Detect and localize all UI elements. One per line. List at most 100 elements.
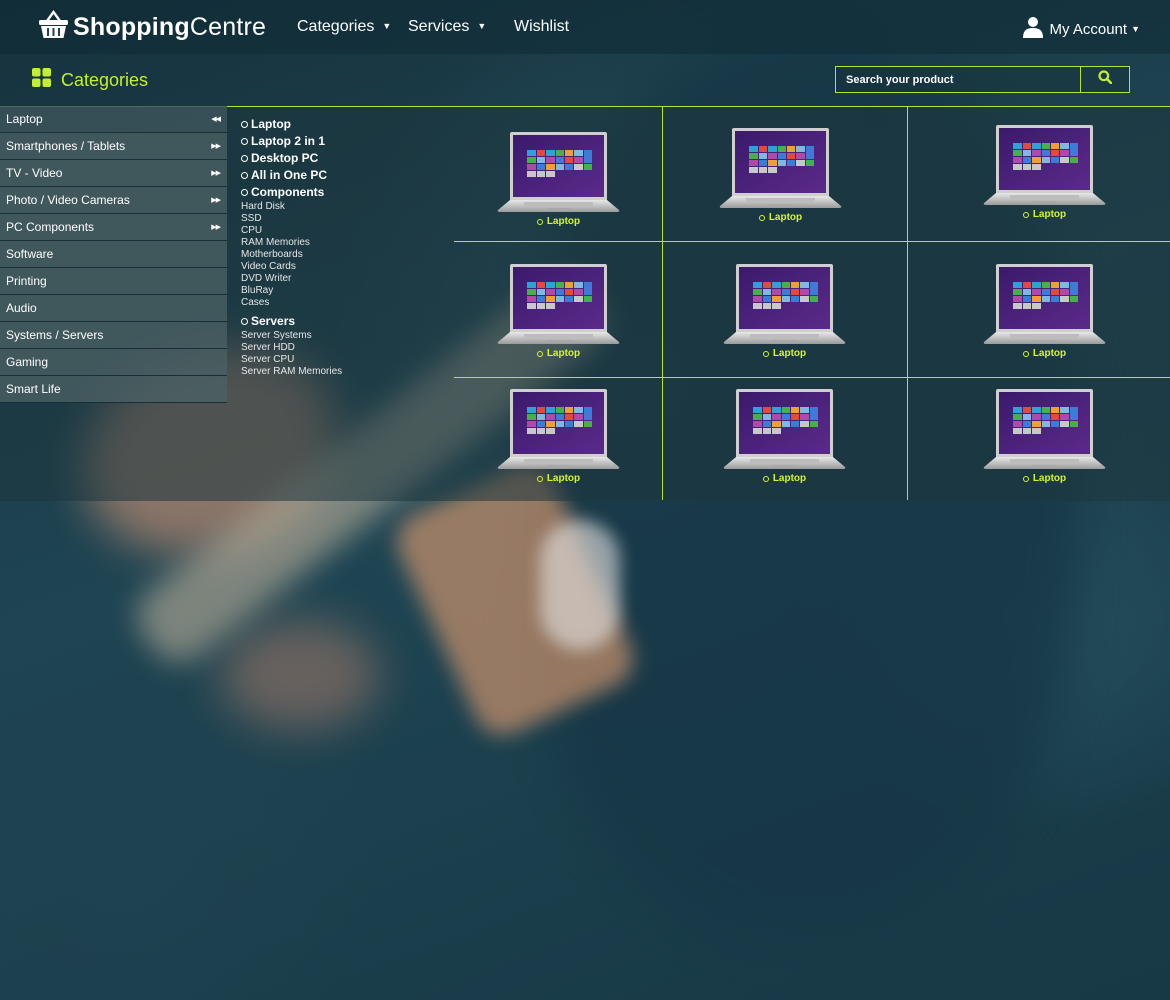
submenu-heading-desktop-pc[interactable]: Desktop PC: [241, 150, 342, 167]
circle-bullet-icon: [241, 138, 248, 145]
circle-bullet-icon: [1022, 211, 1029, 218]
laptop-submenu: Laptop Laptop 2 in 1 Desktop PC All in O…: [241, 116, 342, 378]
my-account-menu[interactable]: My Account ▼: [1022, 16, 1140, 42]
sidebar-item-smartphones-tablets[interactable]: Smartphones / Tablets ▶▶: [0, 133, 227, 160]
circle-bullet-icon: [536, 475, 543, 482]
brand-name: ShoppingCentre: [73, 12, 267, 41]
product-label[interactable]: Laptop: [536, 348, 580, 359]
nav-wishlist-label: Wishlist: [514, 18, 570, 35]
circle-bullet-icon: [762, 475, 769, 482]
categories-title: Categories: [61, 69, 149, 90]
product-card[interactable]: Laptop: [722, 260, 847, 359]
grid-divider: [662, 107, 663, 500]
expand-arrows-icon: ▶▶: [211, 170, 221, 177]
submenu-heading-laptop-2-in-1[interactable]: Laptop 2 in 1: [241, 133, 342, 150]
product-label[interactable]: Laptop: [1022, 209, 1066, 220]
categories-heading: Categories: [32, 68, 148, 92]
sidebar-item-printing[interactable]: Printing: [0, 268, 227, 295]
circle-bullet-icon: [1022, 350, 1029, 357]
circle-bullet-icon: [758, 214, 765, 221]
submenu-link[interactable]: Motherboards: [241, 249, 342, 261]
product-card[interactable]: Laptop: [722, 385, 847, 484]
submenu-heading-laptop[interactable]: Laptop: [241, 116, 342, 133]
submenu-heading-all-in-one-pc[interactable]: All in One PC: [241, 167, 342, 184]
product-card[interactable]: Laptop: [982, 121, 1107, 220]
nav-services-label: Services: [408, 18, 470, 35]
product-label[interactable]: Laptop: [1022, 348, 1066, 359]
circle-bullet-icon: [536, 350, 543, 357]
expand-arrows-icon: ▶▶: [211, 143, 221, 150]
nav-services[interactable]: Services ▼: [408, 18, 486, 36]
search-icon: [1098, 70, 1113, 89]
submenu-link[interactable]: Video Cards: [241, 261, 342, 273]
top-navbar: ShoppingCentre Categories ▼ Services ▼ Wis…: [0, 0, 1170, 54]
submenu-link[interactable]: Cases: [241, 297, 342, 309]
laptop-image: [722, 260, 847, 346]
submenu-link[interactable]: CPU: [241, 225, 342, 237]
circle-bullet-icon: [241, 121, 248, 128]
product-card[interactable]: Laptop: [718, 124, 843, 223]
sidebar-item-photo-video-cameras[interactable]: Photo / Video Cameras ▶▶: [0, 187, 227, 214]
circle-bullet-icon: [536, 218, 543, 225]
product-label[interactable]: Laptop: [758, 212, 802, 223]
expand-arrows-icon: ▶▶: [211, 224, 221, 231]
submenu-link[interactable]: Server Systems: [241, 330, 342, 342]
caret-down-icon: ▼: [382, 21, 392, 31]
product-card[interactable]: Laptop: [496, 385, 621, 484]
grid-divider: [454, 241, 1170, 242]
laptop-image: [496, 260, 621, 346]
submenu-heading-servers[interactable]: Servers: [241, 313, 342, 330]
nav-wishlist[interactable]: Wishlist: [514, 18, 569, 36]
sidebar-item-pc-components[interactable]: PC Components ▶▶: [0, 214, 227, 241]
laptop-image: [722, 385, 847, 471]
product-label[interactable]: Laptop: [762, 473, 806, 484]
laptop-image: [982, 260, 1107, 346]
sidebar-item-audio[interactable]: Audio: [0, 295, 227, 322]
collapse-arrows-icon: ◀◀: [211, 116, 221, 123]
product-card[interactable]: Laptop: [496, 260, 621, 359]
circle-bullet-icon: [241, 155, 248, 162]
circle-bullet-icon: [762, 350, 769, 357]
sidebar-item-smart-life[interactable]: Smart Life: [0, 376, 227, 403]
product-card[interactable]: Laptop: [982, 385, 1107, 484]
laptop-image: [496, 385, 621, 471]
my-account-label: My Account: [1049, 20, 1128, 38]
submenu-link[interactable]: Server HDD: [241, 342, 342, 354]
sidebar-item-software[interactable]: Software: [0, 241, 227, 268]
submenu-link[interactable]: SSD: [241, 213, 342, 225]
search-bar: [835, 66, 1130, 93]
sidebar-item-systems-servers[interactable]: Systems / Servers: [0, 322, 227, 349]
laptop-image: [982, 385, 1107, 471]
submenu-link[interactable]: DVD Writer: [241, 273, 342, 285]
laptop-image: [496, 128, 621, 214]
user-icon: [1022, 16, 1050, 42]
caret-down-icon: ▼: [477, 21, 487, 31]
submenu-link[interactable]: BluRay: [241, 285, 342, 297]
product-label[interactable]: Laptop: [536, 473, 580, 484]
sidebar-item-laptop[interactable]: Laptop ◀◀: [0, 106, 227, 133]
search-input[interactable]: [836, 67, 1080, 92]
sidebar-item-gaming[interactable]: Gaming: [0, 349, 227, 376]
grid-divider: [454, 377, 1170, 378]
product-label[interactable]: Laptop: [1022, 473, 1066, 484]
submenu-link[interactable]: Hard Disk: [241, 201, 342, 213]
product-label[interactable]: Laptop: [536, 216, 580, 227]
circle-bullet-icon: [1022, 475, 1029, 482]
circle-bullet-icon: [241, 189, 248, 196]
search-button[interactable]: [1080, 67, 1129, 92]
product-label[interactable]: Laptop: [762, 348, 806, 359]
circle-bullet-icon: [241, 172, 248, 179]
submenu-link[interactable]: Server RAM Memories: [241, 366, 342, 378]
submenu-link[interactable]: Server CPU: [241, 354, 342, 366]
category-sidebar: Laptop ◀◀ Smartphones / Tablets ▶▶ TV - Vi…: [0, 106, 227, 403]
basket-icon: [38, 9, 69, 44]
sidebar-item-tv-video[interactable]: TV - Video ▶▶: [0, 160, 227, 187]
site-logo[interactable]: ShoppingCentre: [38, 9, 267, 44]
nav-categories[interactable]: Categories ▼: [297, 18, 391, 36]
submenu-heading-components[interactable]: Components: [241, 184, 342, 201]
product-card[interactable]: Laptop: [496, 128, 621, 227]
grid-icon: [32, 68, 61, 92]
product-card[interactable]: Laptop: [982, 260, 1107, 359]
caret-down-icon: ▼: [1131, 24, 1140, 34]
submenu-link[interactable]: RAM Memories: [241, 237, 342, 249]
